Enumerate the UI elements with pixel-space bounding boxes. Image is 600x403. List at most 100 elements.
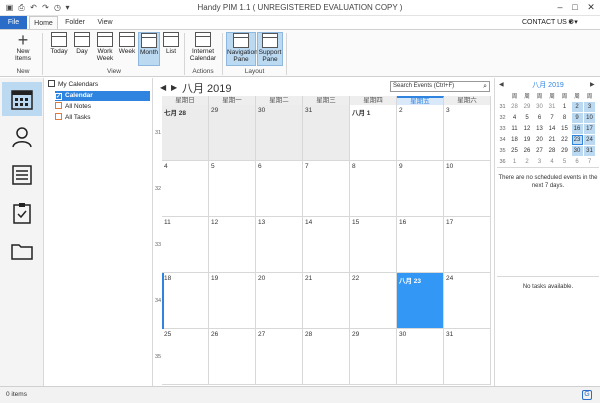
mini-day-cell[interactable]: 2: [522, 157, 533, 167]
day-cell[interactable]: 13: [256, 217, 303, 273]
mini-day-cell[interactable]: 17: [584, 124, 595, 134]
mini-day-cell[interactable]: 1: [509, 157, 520, 167]
day-cell[interactable]: 17: [444, 217, 491, 273]
day-cell[interactable]: 24: [444, 273, 491, 329]
mini-day-cell[interactable]: 27: [534, 146, 545, 156]
tab-file[interactable]: File: [0, 16, 27, 29]
prev-month-icon[interactable]: ◀: [160, 83, 166, 92]
today-button[interactable]: Today: [48, 32, 70, 55]
mini-day-cell[interactable]: 20: [534, 135, 545, 145]
day-cell[interactable]: 18: [162, 273, 209, 329]
day-cell[interactable]: 20: [256, 273, 303, 329]
mini-day-cell[interactable]: 22: [559, 135, 570, 145]
day-cell[interactable]: 31: [303, 105, 350, 161]
mini-day-cell[interactable]: 4: [547, 157, 558, 167]
tree-item-all-notes[interactable]: All Notes: [55, 102, 91, 112]
mini-day-cell[interactable]: 31: [547, 102, 558, 112]
mini-day-cell[interactable]: 5: [522, 113, 533, 123]
mini-day-cell[interactable]: 30: [534, 102, 545, 112]
day-cell[interactable]: 31: [444, 329, 491, 385]
day-cell[interactable]: 11: [162, 217, 209, 273]
mini-day-cell[interactable]: 21: [547, 135, 558, 145]
day-cell[interactable]: 12: [209, 217, 256, 273]
day-cell[interactable]: 2: [397, 105, 444, 161]
mini-day-cell[interactable]: 7: [584, 157, 595, 167]
sync-icon[interactable]: G: [582, 390, 592, 400]
day-cell[interactable]: 14: [303, 217, 350, 273]
day-cell[interactable]: 9: [397, 161, 444, 217]
mini-day-cell[interactable]: 19: [522, 135, 533, 145]
search-events-input[interactable]: Search Events (Ctrl+F) ⌕: [390, 81, 490, 92]
nav-contacts[interactable]: [2, 120, 42, 154]
tab-folder[interactable]: Folder: [60, 16, 90, 29]
nav-folders[interactable]: [2, 234, 42, 268]
mini-day-cell[interactable]: 9: [571, 113, 583, 123]
day-cell[interactable]: 27: [256, 329, 303, 385]
mini-day-cell[interactable]: 4: [509, 113, 520, 123]
list-button[interactable]: List: [162, 32, 180, 55]
week-button[interactable]: Week: [117, 32, 137, 55]
day-button[interactable]: Day: [72, 32, 92, 55]
mini-day-cell[interactable]: 8: [559, 113, 570, 123]
search-icon[interactable]: ⌕: [483, 82, 487, 91]
day-cell[interactable]: 30: [397, 329, 444, 385]
day-cell[interactable]: 15: [350, 217, 397, 273]
mini-day-cell[interactable]: 28: [547, 146, 558, 156]
close-button[interactable]: ✕: [584, 2, 598, 13]
navigation-pane-button[interactable]: Navigation Pane: [226, 32, 258, 66]
day-cell[interactable]: 16: [397, 217, 444, 273]
maximize-button[interactable]: □: [568, 2, 582, 13]
mini-day-cell[interactable]: 6: [534, 113, 545, 123]
nav-notes[interactable]: [2, 158, 42, 192]
mini-next-icon[interactable]: ▶: [590, 81, 595, 88]
day-cell[interactable]: 5: [209, 161, 256, 217]
tasks-checkbox[interactable]: [55, 113, 62, 120]
day-cell[interactable]: 28: [303, 329, 350, 385]
day-cell[interactable]: 七月 28: [162, 105, 209, 161]
day-cell[interactable]: 6: [256, 161, 303, 217]
mini-day-cell[interactable]: 26: [522, 146, 533, 156]
next-month-icon[interactable]: ▶: [171, 83, 177, 92]
mini-day-cell[interactable]: 16: [571, 124, 583, 134]
mini-day-cell[interactable]: 2: [571, 102, 583, 112]
my-calendars-checkbox[interactable]: [48, 80, 55, 87]
day-cell[interactable]: 3: [444, 105, 491, 161]
mini-day-cell[interactable]: 28: [509, 102, 520, 112]
day-cell[interactable]: 八月 23: [397, 273, 444, 329]
mini-day-cell[interactable]: 29: [559, 146, 570, 156]
mini-day-cell[interactable]: 13: [534, 124, 545, 134]
day-cell[interactable]: 10: [444, 161, 491, 217]
work-week-button[interactable]: Work Week: [94, 32, 116, 62]
tab-home[interactable]: Home: [29, 16, 58, 29]
calendar-checkbox[interactable]: ✓: [55, 93, 62, 100]
mini-day-cell[interactable]: 3: [534, 157, 545, 167]
new-items-button[interactable]: + New Items: [10, 31, 36, 62]
contact-us-link[interactable]: CONTACT US ▾: [522, 16, 572, 29]
day-cell[interactable]: 29: [350, 329, 397, 385]
day-cell[interactable]: 30: [256, 105, 303, 161]
internet-calendar-button[interactable]: Internet Calendar: [188, 32, 218, 62]
day-cell[interactable]: 21: [303, 273, 350, 329]
day-cell[interactable]: 19: [209, 273, 256, 329]
mini-day-cell[interactable]: 12: [522, 124, 533, 134]
mini-day-cell[interactable]: 5: [559, 157, 570, 167]
day-cell[interactable]: 25: [162, 329, 209, 385]
nav-calendar[interactable]: [2, 82, 42, 116]
mini-day-cell[interactable]: 11: [509, 124, 520, 134]
mini-day-cell[interactable]: 30: [571, 146, 583, 156]
day-cell[interactable]: 8: [350, 161, 397, 217]
mini-day-cell[interactable]: 10: [584, 113, 595, 123]
tree-item-calendar[interactable]: ✓ Calendar: [55, 91, 150, 101]
mini-day-cell[interactable]: 15: [559, 124, 570, 134]
mini-day-cell[interactable]: 23: [571, 135, 583, 145]
day-cell[interactable]: 22: [350, 273, 397, 329]
day-cell[interactable]: 7: [303, 161, 350, 217]
mini-day-cell[interactable]: 7: [547, 113, 558, 123]
mini-day-cell[interactable]: 6: [572, 157, 583, 167]
gear-icon[interactable]: ⚙▾: [568, 16, 578, 29]
day-cell[interactable]: 26: [209, 329, 256, 385]
mini-day-cell[interactable]: 1: [559, 102, 570, 112]
tree-item-all-tasks[interactable]: All Tasks: [55, 113, 91, 123]
support-pane-button[interactable]: Support Pane: [257, 32, 283, 66]
minimize-button[interactable]: –: [553, 2, 567, 13]
